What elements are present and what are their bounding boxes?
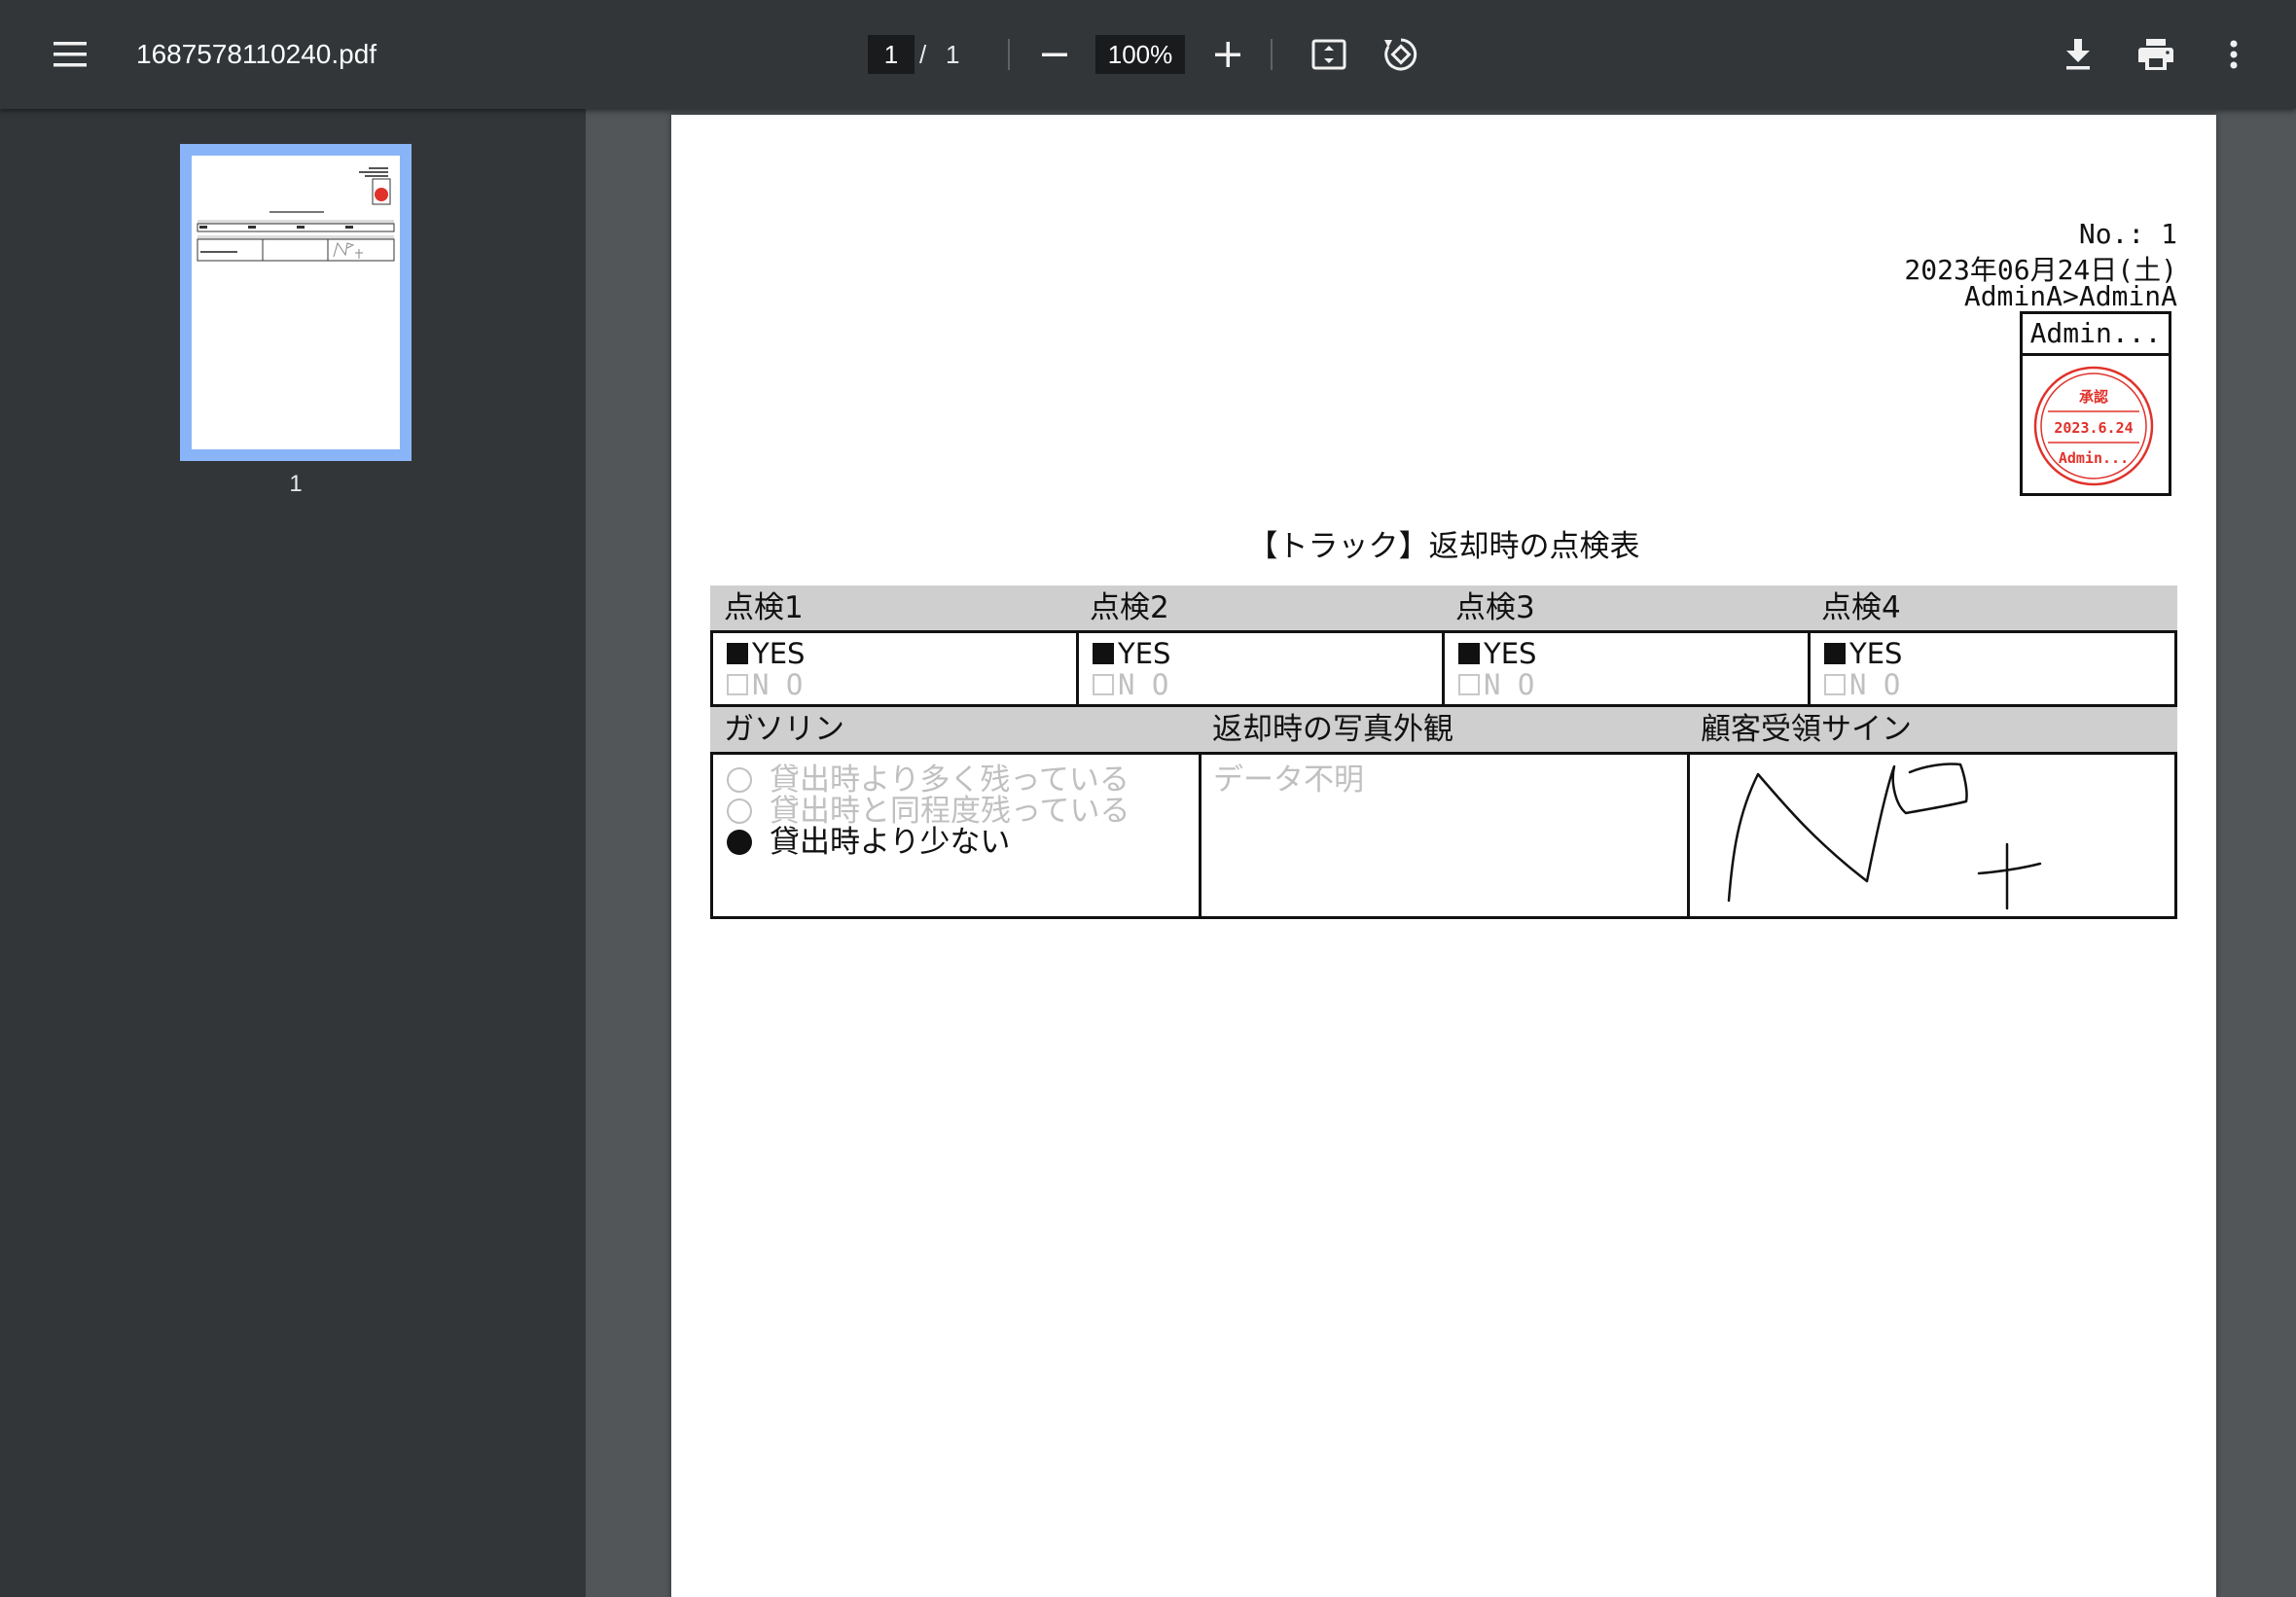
page-total: 1 [946,40,960,69]
zoom-level-input[interactable]: 100% [1095,35,1185,74]
inspection-values-row: YES N O YES N O YES N O YES N O [710,630,2177,707]
form-title: 【トラック】返却時の点検表 [1247,529,1640,564]
page-separator: / [919,40,927,69]
approval-seal-icon: 承認 2023.6.24 Admin... [2033,366,2154,486]
photo-label: 返却時の写真外観 [1212,712,1453,747]
seal-title: 承認 [2079,388,2108,406]
fit-to-page-icon[interactable] [1308,33,1350,76]
menu-icon[interactable] [49,35,91,74]
toolbar-divider [1008,39,1010,70]
cell-divider [1442,633,1445,704]
zoom-out-icon[interactable] [1035,35,1074,74]
checkbox-checked-icon [1824,643,1846,664]
pdf-page: No.: 1 2023年06月24日(土) AdminA>AdminA Admi… [671,115,2216,1597]
inspection-3-no: N O [1458,668,1534,701]
download-icon[interactable] [2057,33,2099,76]
yes-label: YES [1484,637,1537,670]
page-thumbnail[interactable] [180,144,412,461]
inspection-1-no: N O [727,668,803,701]
customer-signature-image [1727,763,2042,910]
no-label: N O [752,668,804,701]
cell-divider [1808,633,1811,704]
document-number: No.: 1 [2078,218,2177,250]
thumbnail-sidebar: 1 [0,109,586,1597]
inspection-4-no: N O [1824,668,1900,701]
print-icon[interactable] [2135,33,2177,76]
thumbnail-page-number: 1 [289,471,303,497]
details-values-row: 貸出時より多く残っている 貸出時と同程度残っている 貸出時より少ない データ不明 [710,752,2177,919]
checkbox-unchecked-icon [1458,674,1480,695]
checkbox-checked-icon [1093,643,1114,664]
inspection-1-yes: YES [727,637,805,670]
signature-label: 顧客受領サイン [1701,712,1912,747]
cell-divider [1076,633,1079,704]
zoom-in-icon[interactable] [1208,35,1247,74]
details-header-band: ガソリン 返却時の写真外観 顧客受領サイン [710,707,2177,752]
checkbox-unchecked-icon [1824,674,1846,695]
inspection-3-label: 点検3 [1455,590,1535,625]
seal-date: 2023.6.24 [2054,419,2133,437]
inspection-header-band: 点検1 点検2 点検3 点検4 [710,586,2177,630]
gasoline-option-less: 貸出時より少ない [727,817,1010,861]
no-label: N O [1484,668,1535,701]
thumbnail-page-preview [192,156,400,449]
option-label: 貸出時より少ない [770,825,1011,860]
yes-label: YES [1118,637,1171,670]
checkbox-unchecked-icon [727,674,748,695]
page-number-input[interactable]: 1 [868,35,915,74]
inspection-3-yes: YES [1458,637,1536,670]
inspection-1-label: 点検1 [724,590,804,625]
more-options-icon[interactable] [2212,33,2255,76]
photo-value: データ不明 [1213,763,1364,798]
inspection-2-yes: YES [1093,637,1170,670]
document-viewer[interactable]: No.: 1 2023年06月24日(土) AdminA>AdminA Admi… [586,109,2296,1597]
approval-route: AdminA>AdminA [1963,280,2177,312]
gasoline-label: ガソリン [724,712,844,747]
pdf-toolbar: 1687578110240.pdf 1 / 1 100% [0,0,2296,109]
no-label: N O [1849,668,1901,701]
yes-label: YES [1849,637,1903,670]
checkbox-checked-icon [727,643,748,664]
inspection-4-label: 点検4 [1821,590,1901,625]
stamp-approver-name: Admin... [2023,314,2169,356]
rotate-icon[interactable] [1380,33,1422,76]
checkbox-unchecked-icon [1093,674,1114,695]
inspection-2-no: N O [1093,668,1168,701]
toolbar-divider [1271,39,1273,70]
no-label: N O [1118,668,1169,701]
inspection-4-yes: YES [1824,637,1902,670]
seal-name: Admin... [2059,449,2129,467]
document-title: 1687578110240.pdf [136,39,377,69]
cell-divider [1199,755,1202,916]
yes-label: YES [752,637,806,670]
approval-stamp-box: Admin... 承認 2023.6.24 Admin... [2020,311,2171,496]
radio-selected-icon [727,830,752,855]
inspection-2-label: 点検2 [1090,590,1169,625]
checkbox-checked-icon [1458,643,1480,664]
